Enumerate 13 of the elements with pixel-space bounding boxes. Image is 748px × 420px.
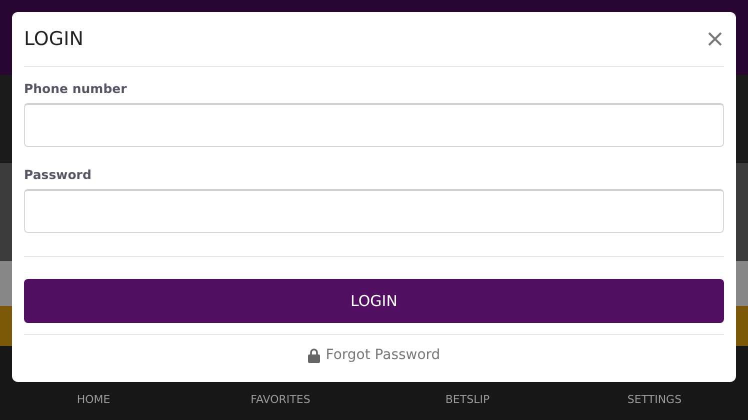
nav-tab[interactable]: HOME: [76, 393, 110, 406]
input-field[interactable]: [24, 103, 724, 147]
field-label: Phone number: [24, 81, 128, 96]
nav-tab[interactable]: BETSLIP: [445, 393, 490, 406]
nav-tab[interactable]: FAVORITES: [250, 393, 310, 406]
field-label: Password: [24, 167, 92, 182]
lock-icon: [308, 348, 320, 362]
nav-tab[interactable]: SETTINGS: [627, 393, 682, 406]
dialog-title: LOGIN: [24, 28, 84, 50]
login-button[interactable]: LOGIN: [24, 279, 724, 323]
close-icon[interactable]: [708, 32, 722, 46]
forgot-password-link[interactable]: Forgot Password: [326, 347, 440, 363]
input-field[interactable]: [24, 189, 724, 233]
